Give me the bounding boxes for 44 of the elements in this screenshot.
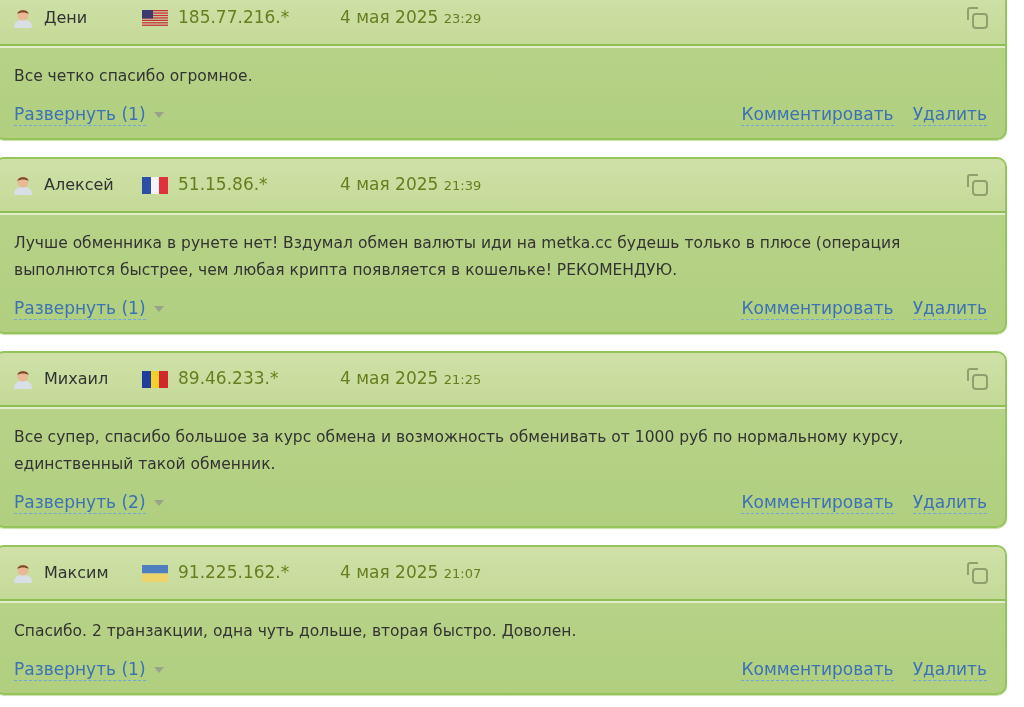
caret-icon[interactable] [153,305,164,313]
caret-icon[interactable] [153,666,164,674]
ip-address: 89.46.233.* [178,367,279,391]
delete-link[interactable]: Удалить [912,492,987,514]
expand-link[interactable]: Развернуть (2) [14,492,146,514]
caret-icon[interactable] [153,111,164,119]
ip-address: 91.225.162.* [178,561,290,585]
comment-date: 4 мая 2025 21:25 [340,367,482,391]
expand-link[interactable]: Развернуть (1) [14,659,146,681]
comment-text: Все супер, спасибо большое за курс обмена и возможность обменивать от 1000 руб по нормальному курсу, единственный такой обменник. [14,427,905,475]
ip-address: 51.15.86.* [178,173,268,197]
flag-icon [142,9,168,27]
comment-date: 4 мая 2025 23:29 [340,6,482,30]
delete-link[interactable]: Удалить [912,659,987,681]
ip-address: 185.77.216.* [178,6,290,30]
flag-icon [142,564,168,582]
copy-icon[interactable] [965,6,989,31]
copy-icon[interactable] [965,367,989,392]
flag-icon [142,370,168,388]
comment-date: 4 мая 2025 21:07 [340,561,482,585]
caret-icon[interactable] [153,499,164,507]
user-avatar-icon [12,563,34,583]
author-name: Дени [44,7,88,29]
author-name: Михаил [44,368,109,390]
comment-link[interactable]: Комментировать [741,492,894,514]
comment-link[interactable]: Комментировать [741,659,894,681]
comment-text: Все четко спасибо огромное. [14,66,254,87]
delete-link[interactable]: Удалить [912,298,987,320]
expand-link[interactable]: Развернуть (1) [14,104,146,126]
author-name: Алексей [44,174,114,196]
comment-link[interactable]: Комментировать [741,298,894,320]
comment-text: Спасибо. 2 транзакции, одна чуть дольше, вторая быстро. Доволен. [14,621,578,642]
comment-date: 4 мая 2025 21:39 [340,173,482,197]
comment-text: Лучше обменника в рунете нет! Вздумал обмен валюты иди на metka.cc будешь только в плюсе (операция выполнются быстрее, чем любая крипта появляется в кошельке! РЕКОМЕНДУЮ. [14,233,902,281]
user-avatar-icon [12,8,34,28]
copy-icon[interactable] [965,173,989,198]
delete-link[interactable]: Удалить [912,104,987,126]
user-avatar-icon [12,175,34,195]
copy-icon[interactable] [965,561,989,586]
author-name: Максим [44,562,109,584]
expand-link[interactable]: Развернуть (1) [14,298,146,320]
comment-link[interactable]: Комментировать [741,104,894,126]
user-avatar-icon [12,369,34,389]
flag-icon [142,176,168,194]
